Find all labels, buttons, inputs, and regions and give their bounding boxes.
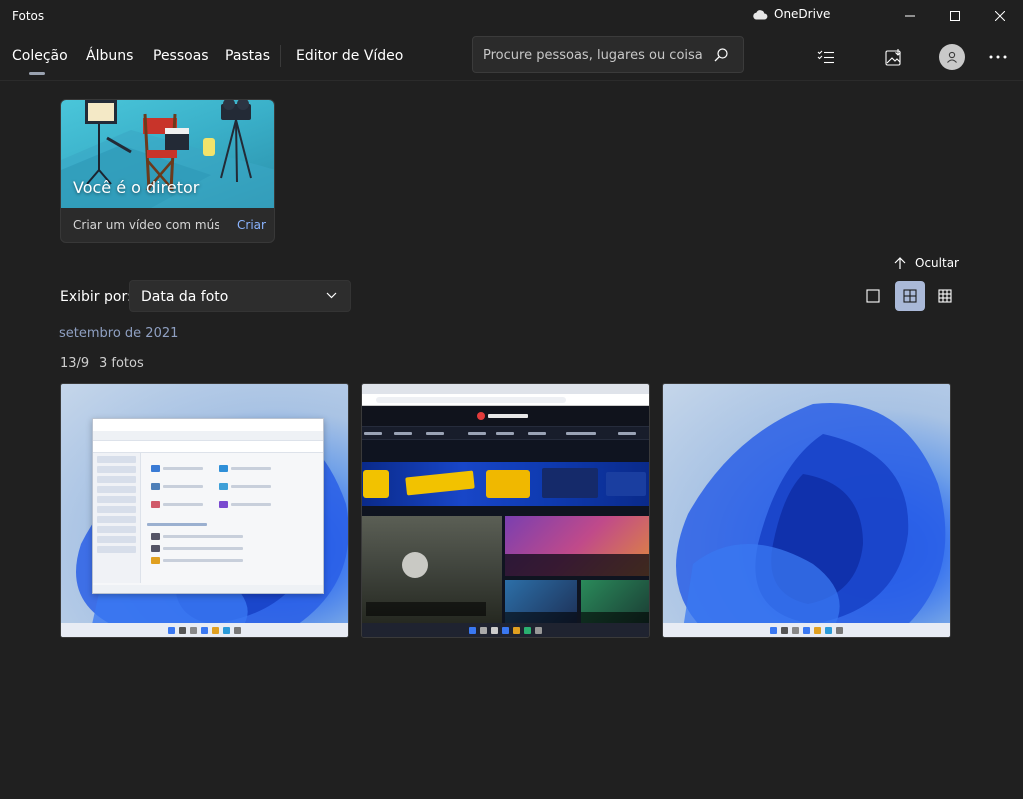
tab-editor-de-video[interactable]: Editor de Vídeo (296, 48, 403, 64)
import-icon (885, 49, 901, 66)
photo-thumbnail-wallpaper[interactable] (662, 383, 951, 638)
taskbar (362, 623, 649, 637)
active-tab-indicator (29, 72, 45, 75)
explorer-titlebar (93, 419, 323, 431)
onedrive-status[interactable]: OneDrive (752, 7, 830, 21)
explorer-status-bar (93, 585, 323, 593)
search-box[interactable] (472, 36, 744, 73)
news-tile-3 (505, 580, 577, 626)
file-explorer-window (92, 418, 324, 594)
explorer-ribbon (93, 431, 323, 441)
explorer-address-bar (93, 441, 323, 453)
site-logo (477, 412, 531, 420)
taskbar (61, 623, 348, 637)
select-icon (817, 50, 834, 64)
tab-pessoas[interactable]: Pessoas (153, 48, 209, 64)
create-video-link[interactable]: Criar (237, 218, 266, 232)
viewby-label: Exibir por: (60, 289, 132, 305)
view-mode-single-button[interactable] (858, 281, 888, 311)
director-subtitle: Criar um vídeo com mús... (73, 218, 219, 232)
taskbar (663, 623, 950, 637)
minimize-button[interactable] (887, 0, 933, 32)
app-title: Fotos (12, 9, 45, 23)
hide-label: Ocultar (915, 256, 959, 270)
medium-grid-icon (903, 289, 917, 303)
director-illustration: Você é o diretor (61, 100, 274, 208)
site-header (362, 406, 649, 426)
explorer-content (147, 459, 319, 579)
tab-albuns[interactable]: Álbuns (86, 48, 133, 64)
photo-count: 3 fotos (99, 356, 144, 371)
close-icon (995, 11, 1005, 21)
more-icon (989, 55, 1007, 59)
chevron-down-icon (326, 292, 337, 299)
site-banner (362, 462, 649, 506)
small-grid-icon (938, 289, 952, 303)
close-button[interactable] (977, 0, 1023, 32)
photo-thumbnail-explorer[interactable] (60, 383, 349, 638)
minimize-icon (905, 15, 915, 17)
viewby-dropdown[interactable]: Data da foto (129, 280, 351, 312)
explorer-sidebar (93, 453, 141, 583)
import-button[interactable] (878, 41, 910, 73)
tab-pastas[interactable]: Pastas (225, 48, 270, 64)
day-heading: 13/9 (60, 356, 90, 371)
search-icon[interactable] (713, 47, 729, 63)
arrow-up-icon (894, 257, 906, 269)
news-tile-4 (581, 580, 649, 626)
account-avatar[interactable] (939, 44, 965, 70)
cloud-icon (753, 9, 768, 19)
browser-window (362, 384, 649, 637)
director-card[interactable]: Você é o diretor Criar um vídeo com mús.… (60, 99, 275, 243)
news-tile-2 (505, 516, 649, 576)
onedrive-label: OneDrive (774, 7, 831, 21)
bloom-wallpaper (676, 403, 946, 629)
viewby-value: Data da foto (141, 289, 229, 305)
tab-colecao[interactable]: Coleção (12, 48, 68, 64)
director-title: Você é o diretor (73, 178, 200, 197)
news-tile-1 (362, 516, 502, 626)
maximize-button[interactable] (932, 0, 978, 32)
nav-divider (280, 45, 281, 67)
photo-thumbnail-browser[interactable] (361, 383, 650, 638)
month-heading[interactable]: setembro de 2021 (59, 326, 178, 341)
title-bar: Fotos OneDrive (0, 0, 1023, 34)
browser-address-bar (362, 394, 649, 406)
search-input[interactable] (483, 45, 703, 65)
maximize-icon (950, 11, 960, 21)
single-grid-icon (866, 289, 880, 303)
browser-tabs (362, 384, 649, 394)
more-button[interactable] (982, 41, 1014, 73)
account-avatar-icon (947, 51, 957, 63)
hide-button[interactable]: Ocultar (893, 256, 959, 270)
select-button[interactable] (810, 41, 842, 73)
view-mode-small-button[interactable] (930, 281, 960, 311)
view-mode-medium-button[interactable] (895, 281, 925, 311)
site-menu (362, 426, 649, 440)
